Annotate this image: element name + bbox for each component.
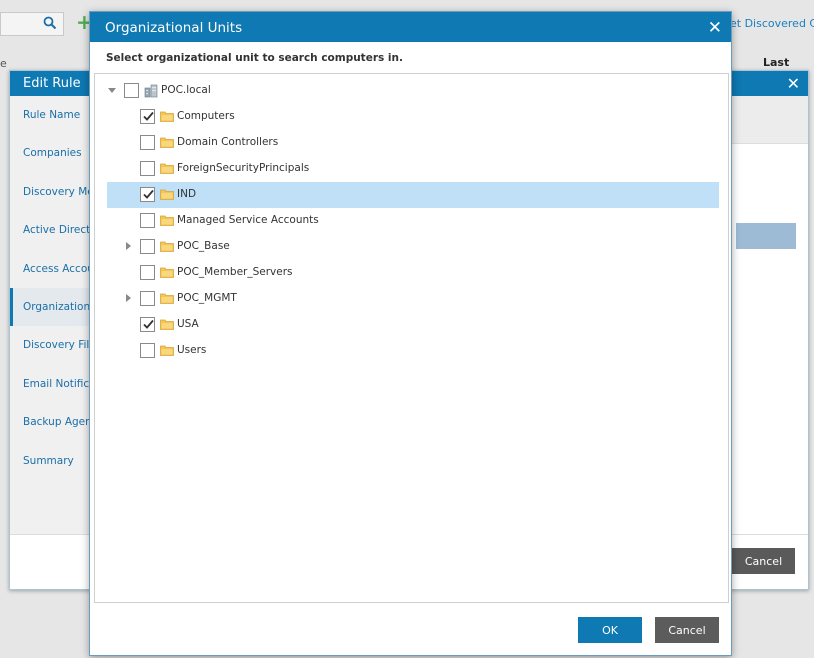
ou-label: ForeignSecurityPrincipals	[177, 162, 310, 174]
folder-icon	[160, 240, 174, 255]
nav-item[interactable]: Discovery Filte	[10, 326, 91, 364]
ou-label: IND	[177, 188, 197, 200]
organizational-units-dialog: Organizational Units ✕ Select organizati…	[89, 11, 732, 656]
ou-checkbox[interactable]	[140, 135, 155, 150]
column-header-left: e	[0, 57, 7, 70]
edit-rule-title: Edit Rule	[23, 76, 81, 91]
ou-checkbox[interactable]	[124, 83, 139, 98]
search-box[interactable]	[0, 12, 64, 36]
tree-row[interactable]: ForeignSecurityPrincipals	[107, 156, 719, 182]
edit-rule-nav: Rule Name Companies Discovery Me Active Dir…	[10, 96, 92, 536]
edit-rule-cancel-button[interactable]: Cancel	[732, 548, 795, 574]
domain-icon	[144, 84, 158, 101]
tree-row[interactable]: POC_Base	[107, 234, 719, 260]
folder-icon	[160, 292, 174, 307]
ou-label: Computers	[177, 110, 235, 122]
ok-button[interactable]: OK	[578, 617, 642, 643]
edit-rule-selected-row[interactable]	[736, 223, 796, 249]
nav-item[interactable]: Rule Name	[10, 96, 91, 134]
tree-row[interactable]: POC_MGMT	[107, 286, 719, 312]
nav-item[interactable]: Companies	[10, 134, 91, 172]
ou-checkbox[interactable]	[140, 343, 155, 358]
folder-icon	[160, 266, 174, 281]
folder-icon	[160, 344, 174, 359]
ou-label: USA	[177, 318, 199, 330]
ou-tree: POC.local Computers Domain Controllers Fore…	[94, 73, 729, 603]
nav-item[interactable]: Access Accou	[10, 250, 91, 288]
checkmark-icon	[142, 318, 155, 334]
expand-arrow-icon[interactable]	[124, 242, 132, 250]
ou-checkbox[interactable]	[140, 239, 155, 254]
tree-row[interactable]: POC_Member_Servers	[107, 260, 719, 286]
cancel-button[interactable]: Cancel	[655, 617, 719, 643]
expand-arrow-icon[interactable]	[124, 294, 132, 302]
tree-root-row[interactable]: POC.local	[107, 78, 719, 104]
collapse-arrow-icon[interactable]	[108, 86, 116, 94]
tree-row[interactable]: IND	[107, 182, 719, 208]
dialog-title: Organizational Units	[105, 20, 243, 36]
close-icon[interactable]: ✕	[708, 12, 722, 44]
tree-row[interactable]: Computers	[107, 104, 719, 130]
ou-label: Managed Service Accounts	[177, 214, 319, 226]
ou-checkbox[interactable]	[140, 265, 155, 280]
nav-item[interactable]: Summary	[10, 442, 91, 480]
folder-icon	[160, 162, 174, 177]
nav-item[interactable]: Email Notifica	[10, 365, 91, 403]
ou-label: Domain Controllers	[177, 136, 279, 148]
checkmark-icon	[142, 188, 155, 204]
nav-item[interactable]: Active Directo	[10, 211, 91, 249]
reset-discovered-link[interactable]: et Discovered Co	[730, 17, 814, 30]
ou-label: POC_Base	[177, 240, 230, 252]
tree-row[interactable]: Managed Service Accounts	[107, 208, 719, 234]
folder-icon	[160, 110, 174, 125]
folder-icon	[160, 136, 174, 151]
checkmark-icon	[142, 110, 155, 126]
instruction-text: Select organizational unit to search com…	[106, 52, 403, 64]
search-icon[interactable]	[43, 16, 57, 33]
nav-item[interactable]: Backup Agent	[10, 403, 91, 441]
folder-icon	[160, 318, 174, 333]
tree-row[interactable]: USA	[107, 312, 719, 338]
ou-checkbox[interactable]	[140, 109, 155, 124]
ou-checkbox[interactable]	[140, 161, 155, 176]
close-icon[interactable]: ✕	[787, 71, 800, 96]
folder-icon	[160, 188, 174, 203]
dialog-header: Organizational Units ✕	[90, 12, 731, 42]
ou-checkbox[interactable]	[140, 317, 155, 332]
dialog-footer: OK Cancel	[90, 605, 731, 655]
ou-label: POC_Member_Servers	[177, 266, 293, 278]
edit-rule-toolbar	[728, 96, 808, 144]
ou-label: POC_MGMT	[177, 292, 237, 304]
nav-item[interactable]: Discovery Me	[10, 173, 91, 211]
tree-row[interactable]: Users	[107, 338, 719, 364]
ou-checkbox[interactable]	[140, 213, 155, 228]
ou-checkbox[interactable]	[140, 291, 155, 306]
folder-icon	[160, 214, 174, 229]
ou-checkbox[interactable]	[140, 187, 155, 202]
tree-row[interactable]: Domain Controllers	[107, 130, 719, 156]
nav-item[interactable]: Organizationa	[10, 287, 91, 327]
ou-label: POC.local	[161, 84, 211, 96]
ou-label: Users	[177, 344, 207, 356]
